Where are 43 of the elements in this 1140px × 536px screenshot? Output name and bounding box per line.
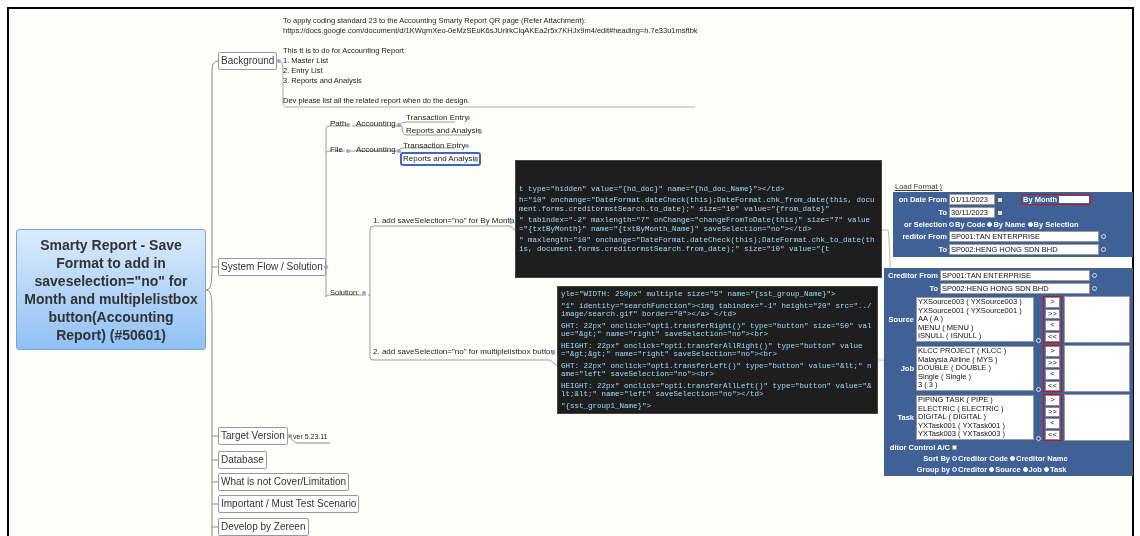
radio-button[interactable]	[1010, 456, 1015, 461]
topic-marker-icon[interactable]	[466, 116, 470, 120]
topic-marker-icon[interactable]	[465, 144, 469, 148]
topic-node[interactable]: Target Version	[218, 427, 288, 445]
topic-marker-icon[interactable]	[551, 351, 555, 355]
radio-button[interactable]	[952, 456, 957, 461]
topic-node[interactable]: System Flow / Solution	[218, 258, 326, 276]
topic-marker-icon[interactable]	[346, 149, 350, 153]
radio-button[interactable]	[989, 467, 995, 472]
topic-marker-icon[interactable]	[397, 149, 401, 153]
topic-node[interactable]: Develop by Zereen	[218, 518, 309, 536]
topic-marker-icon[interactable]	[277, 59, 281, 63]
topic-marker-icon[interactable]	[288, 434, 292, 438]
central-topic[interactable]: Smarty Report - Save Format to add in saveselection="no" for Month and multiplelistbox button(Accounting Report) (#50601)	[16, 229, 206, 350]
topic-marker-icon[interactable]	[324, 265, 328, 269]
subtopic-label[interactable]: Path	[330, 119, 347, 129]
topic-marker-icon[interactable]	[362, 291, 366, 295]
radio-button[interactable]	[1022, 467, 1028, 472]
list-box[interactable]	[1064, 345, 1130, 392]
topic-node[interactable]: Database	[218, 451, 267, 469]
radio-button[interactable]	[1027, 222, 1033, 227]
topic-node[interactable]: What is not Cover/Limitation	[218, 473, 350, 491]
subtopic-label[interactable]: Transaction Entry	[400, 139, 469, 153]
subtopic-label[interactable]: File	[330, 145, 343, 155]
subtopic-label[interactable]: 1. add saveSelection="no" for By Month	[373, 216, 515, 226]
list-box[interactable]	[1064, 394, 1130, 441]
topic-marker-icon[interactable]	[397, 123, 401, 127]
subtopic-label[interactable]: Accounting	[356, 145, 396, 155]
topic-node[interactable]: Background	[218, 52, 278, 70]
radio-button[interactable]	[949, 222, 954, 227]
subtopic-label[interactable]: 2. add saveSelection="no" for multiplelistbox button	[373, 347, 555, 357]
subtopic-label[interactable]: Reports and Analysis	[400, 152, 482, 166]
radio-button[interactable]	[952, 467, 957, 472]
topic-marker-icon[interactable]	[478, 130, 482, 134]
list-box[interactable]	[1064, 296, 1130, 343]
topic-marker-icon[interactable]	[474, 158, 478, 162]
topic-marker-icon[interactable]	[346, 123, 350, 127]
subtopic-label[interactable]: Accounting	[356, 119, 396, 129]
radio-button[interactable]	[1043, 467, 1049, 472]
topic-node[interactable]: Important / Must Test Scenario	[218, 495, 360, 513]
radio-button[interactable]	[987, 222, 993, 227]
checkbox[interactable]	[952, 445, 957, 450]
topic-marker-icon[interactable]	[509, 220, 513, 224]
